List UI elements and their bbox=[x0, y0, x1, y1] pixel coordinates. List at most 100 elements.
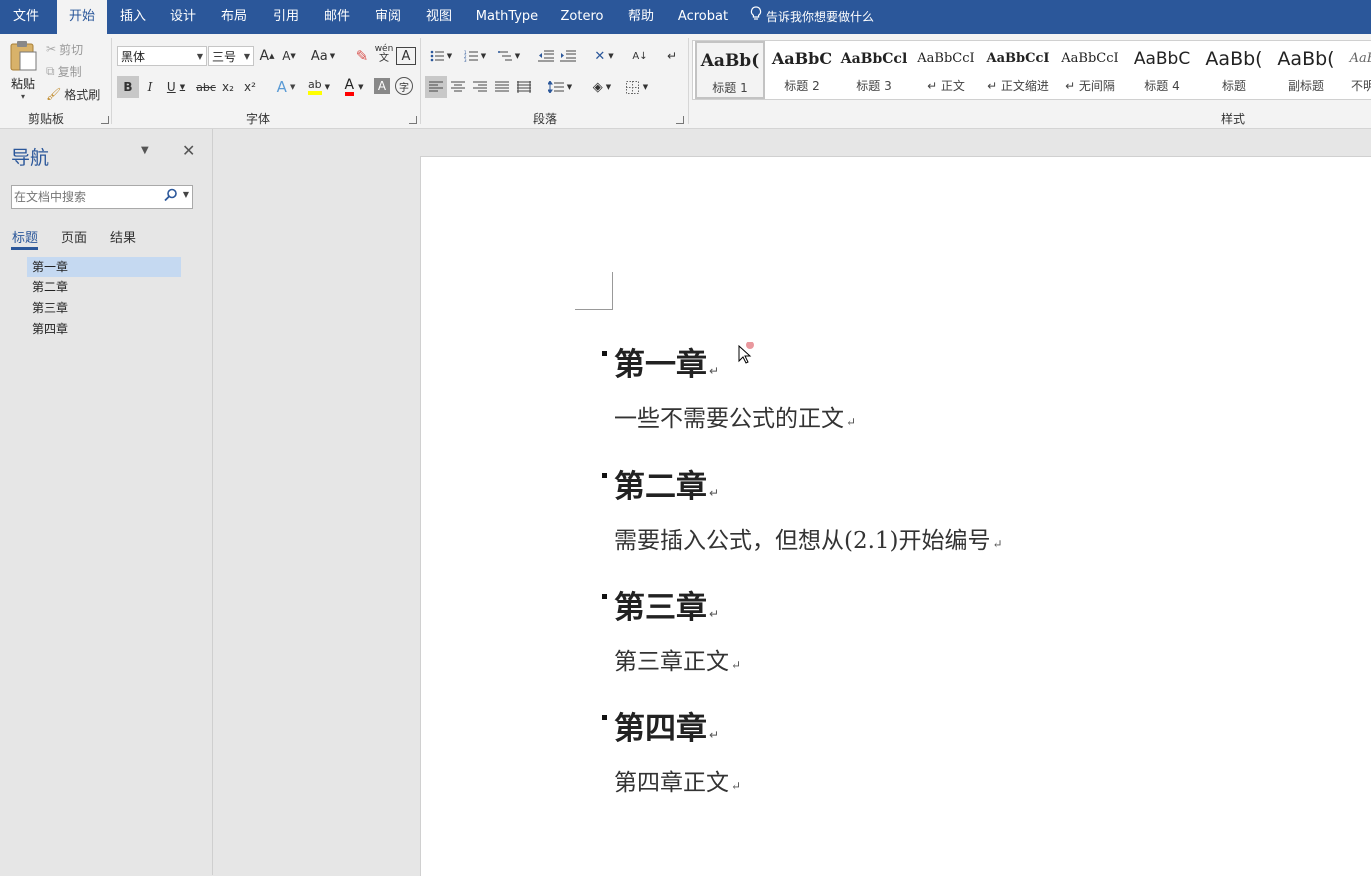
line-spacing-icon bbox=[547, 81, 564, 93]
style-heading-3[interactable]: AaBbCcl 标题 3 bbox=[839, 41, 909, 99]
body-paragraph[interactable]: 第三章正文 ↵ bbox=[614, 642, 741, 676]
heading-1[interactable]: 第四章 ↵ bbox=[614, 703, 719, 748]
character-shading-button[interactable]: A bbox=[374, 78, 390, 94]
italic-button[interactable]: I bbox=[141, 76, 159, 98]
underline-button[interactable]: U ▼ bbox=[162, 76, 190, 98]
grow-font-icon: A bbox=[259, 48, 270, 64]
chevron-down-icon: ▼ bbox=[243, 52, 250, 61]
heading-1[interactable]: 第二章 ↵ bbox=[614, 461, 719, 506]
font-launcher-icon[interactable] bbox=[409, 116, 417, 124]
increase-indent-button[interactable] bbox=[558, 45, 578, 67]
shading-button[interactable]: ◈ ▼ bbox=[587, 76, 617, 98]
nav-heading-item[interactable]: 第二章 bbox=[27, 277, 181, 297]
highlight-button[interactable]: ab ▼ bbox=[304, 76, 334, 98]
document-page[interactable]: 第一章 ↵ 一些不需要公式的正文 ↵ 第二章 ↵ 需要插入公式，但想从(2.1)开始编… bbox=[420, 156, 1371, 876]
clear-formatting-button[interactable]: ✎ bbox=[352, 45, 372, 67]
nav-heading-item[interactable]: 第三章 bbox=[27, 298, 181, 318]
nav-search-box[interactable]: ▼ bbox=[11, 185, 193, 209]
tab-file[interactable]: 文件 bbox=[0, 0, 52, 34]
style-heading-2[interactable]: AaBbC 标题 2 bbox=[767, 41, 837, 99]
body-paragraph[interactable]: 一些不需要公式的正文 ↵ bbox=[614, 399, 856, 433]
show-marks-button[interactable]: ↵ bbox=[664, 45, 680, 67]
paste-button[interactable]: 粘贴 ▾ bbox=[6, 40, 40, 102]
cut-button[interactable]: ✂ 剪切 bbox=[46, 38, 83, 60]
chevron-down-icon: ▾ bbox=[20, 92, 25, 101]
tab-help[interactable]: 帮助 bbox=[618, 0, 664, 34]
style-no-spacing[interactable]: AaBbCcI ↵ 无间隔 bbox=[1055, 41, 1125, 99]
bullets-button[interactable]: ▼ bbox=[426, 45, 456, 67]
paragraph-mark-icon: ↵ bbox=[666, 49, 678, 63]
grow-font-button[interactable]: A ▲ bbox=[258, 45, 276, 67]
subscript-button[interactable]: x₂ bbox=[219, 76, 237, 98]
multilevel-list-button[interactable]: ▼ bbox=[494, 45, 524, 67]
style-title[interactable]: AaBb( 标题 bbox=[1199, 41, 1269, 99]
font-size-combo[interactable]: 三号 ▼ bbox=[208, 46, 254, 66]
format-painter-button[interactable]: 🖌 格式刷 bbox=[46, 83, 100, 105]
nav-heading-item[interactable]: 第一章 bbox=[27, 257, 181, 277]
tab-mailings[interactable]: 邮件 bbox=[314, 0, 360, 34]
superscript-button[interactable]: x² bbox=[241, 76, 259, 98]
phonetic-guide-button[interactable]: wén 文 bbox=[374, 43, 394, 65]
style-heading-1[interactable]: AaBb( 标题 1 bbox=[695, 41, 765, 99]
tab-acrobat[interactable]: Acrobat bbox=[672, 0, 734, 34]
chevron-down-icon[interactable]: ▼ bbox=[183, 190, 189, 199]
heading-1[interactable]: 第一章 ↵ bbox=[614, 339, 719, 384]
character-border-button[interactable]: A bbox=[396, 47, 416, 65]
decrease-indent-button[interactable] bbox=[536, 45, 556, 67]
align-left-button[interactable] bbox=[425, 76, 447, 98]
align-center-button[interactable] bbox=[448, 76, 468, 98]
tab-mathtype[interactable]: MathType bbox=[470, 0, 544, 34]
style-name: 标题 2 bbox=[784, 79, 820, 93]
justify-button[interactable] bbox=[492, 76, 512, 98]
bold-button[interactable]: B bbox=[117, 76, 139, 98]
tab-view[interactable]: 视图 bbox=[416, 0, 462, 34]
style-heading-4[interactable]: AaBbC 标题 4 bbox=[1127, 41, 1197, 99]
chinese-layout-button[interactable]: ✕ ▼ bbox=[589, 45, 619, 67]
tab-zotero[interactable]: Zotero bbox=[554, 0, 610, 34]
nav-tab-pages[interactable]: 页面 bbox=[61, 227, 87, 246]
shrink-font-button[interactable]: A ▼ bbox=[280, 45, 298, 67]
style-subtle-emphasis[interactable]: AaB 不明 bbox=[1343, 41, 1371, 99]
sort-button[interactable]: A↓ bbox=[630, 45, 650, 67]
tab-references[interactable]: 引用 bbox=[263, 0, 309, 34]
style-subtitle[interactable]: AaBb( 副标题 bbox=[1271, 41, 1341, 99]
copy-button[interactable]: ⧉ 复制 bbox=[46, 60, 82, 82]
nav-options-button[interactable]: ▼ bbox=[141, 145, 149, 156]
body-paragraph[interactable]: 第四章正文 ↵ bbox=[614, 763, 741, 797]
style-preview: AaBbCcl bbox=[840, 51, 908, 67]
tab-home[interactable]: 开始 bbox=[57, 0, 107, 34]
font-color-button[interactable]: A ▼ bbox=[339, 76, 369, 98]
paragraph-launcher-icon[interactable] bbox=[676, 116, 684, 124]
chevron-down-icon: ▼ bbox=[196, 52, 203, 61]
tab-review[interactable]: 审阅 bbox=[365, 0, 411, 34]
nav-search-input[interactable] bbox=[14, 188, 154, 206]
change-case-button[interactable]: Aa ▼ bbox=[308, 45, 338, 67]
enclose-characters-button[interactable]: 字 bbox=[395, 77, 413, 95]
body-paragraph[interactable]: 需要插入公式，但想从(2.1)开始编号 ↵ bbox=[614, 521, 1003, 555]
nav-heading-item[interactable]: 第四章 bbox=[27, 319, 181, 339]
tab-insert[interactable]: 插入 bbox=[110, 0, 156, 34]
chevron-down-icon: ▼ bbox=[446, 52, 453, 60]
tab-design[interactable]: 设计 bbox=[160, 0, 206, 34]
clipboard-launcher-icon[interactable] bbox=[101, 116, 109, 124]
nav-tab-results[interactable]: 结果 bbox=[110, 227, 136, 246]
style-normal[interactable]: AaBbCcI ↵ 正文 bbox=[911, 41, 981, 99]
line-spacing-button[interactable]: ▼ bbox=[544, 76, 576, 98]
style-name: ↵ 无间隔 bbox=[1065, 79, 1115, 93]
tab-layout[interactable]: 布局 bbox=[211, 0, 257, 34]
align-right-button[interactable] bbox=[470, 76, 490, 98]
strikethrough-button[interactable]: abc bbox=[196, 76, 216, 98]
distributed-button[interactable] bbox=[514, 76, 534, 98]
text-effects-button[interactable]: A ▼ bbox=[272, 76, 300, 98]
heading-text: 第二章 bbox=[614, 469, 707, 505]
borders-button[interactable]: ▼ bbox=[621, 76, 653, 98]
tell-me-box[interactable]: 告诉我你想要做什么 bbox=[750, 0, 882, 34]
close-icon[interactable]: ✕ bbox=[182, 141, 195, 160]
italic-icon: I bbox=[147, 80, 153, 94]
nav-tab-headings[interactable]: 标题 bbox=[12, 227, 38, 246]
font-name-combo[interactable]: 黑体 ▼ bbox=[117, 46, 207, 66]
search-icon[interactable] bbox=[164, 188, 178, 205]
style-normal-indent[interactable]: AaBbCcI ↵ 正文缩进 bbox=[983, 41, 1053, 99]
numbering-button[interactable]: 1 2 3 ▼ bbox=[460, 45, 490, 67]
heading-1[interactable]: 第三章 ↵ bbox=[614, 582, 719, 627]
